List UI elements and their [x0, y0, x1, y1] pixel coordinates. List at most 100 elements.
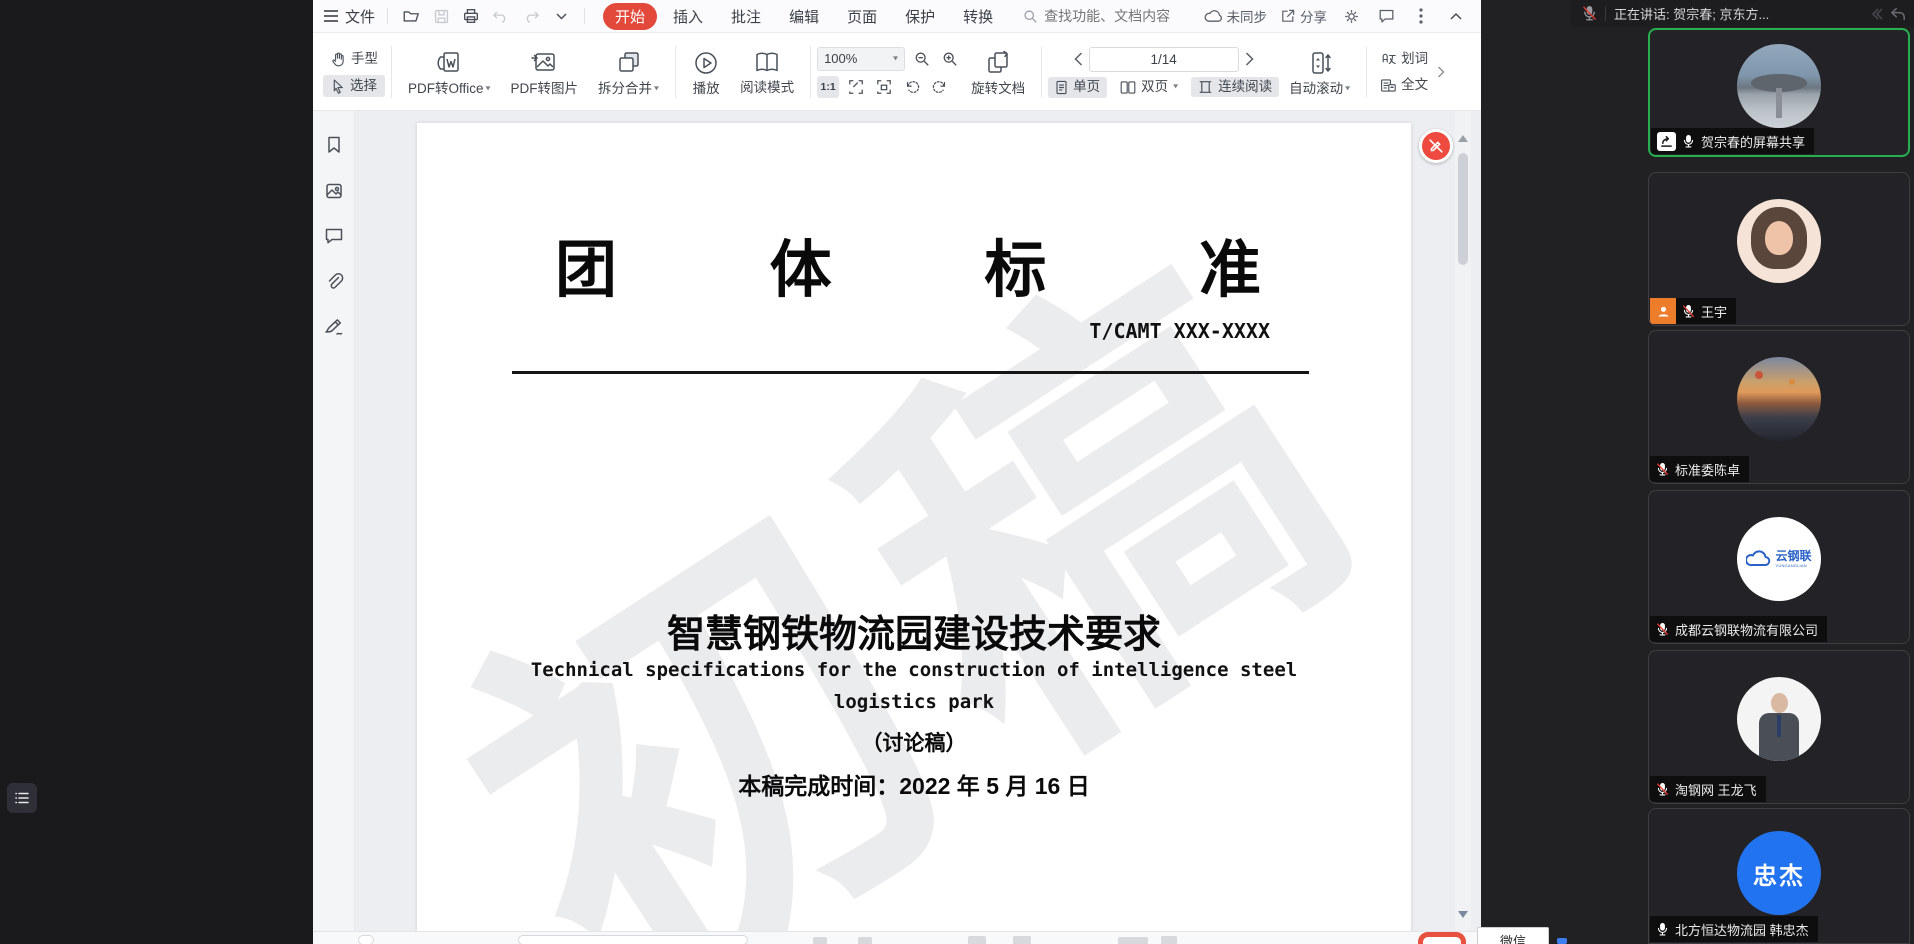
thumbnail-toggle-icon[interactable] [358, 935, 374, 944]
cloud-sync-button[interactable]: 未同步 [1204, 6, 1268, 26]
zoom-out-button[interactable] [911, 48, 933, 70]
participant-tile[interactable]: 淘钢网 王龙飞 [1648, 650, 1910, 804]
tab-edit[interactable]: 编辑 [777, 3, 831, 30]
search-box[interactable] [1023, 8, 1194, 24]
tab-protect[interactable]: 保护 [893, 3, 947, 30]
page-indicator-input[interactable] [1089, 47, 1239, 72]
scrollbar-down-arrow[interactable] [1458, 911, 1468, 918]
tab-home[interactable]: 开始 [603, 3, 657, 30]
signature-icon[interactable] [323, 317, 345, 337]
tab-insert[interactable]: 插入 [661, 3, 715, 30]
tab-page[interactable]: 页面 [835, 3, 889, 30]
share-button[interactable]: 分享 [1280, 6, 1327, 26]
chevron-right-icon [1245, 52, 1254, 66]
zoom-level-select[interactable]: 100% ▾ [817, 47, 905, 71]
speaking-status-bar: 正在讲话: 贺宗春; 京东方... [1570, 0, 1914, 27]
rotate-left-button[interactable] [901, 76, 923, 98]
double-page-label: 双页 [1141, 80, 1168, 94]
participant-tile[interactable]: 忠杰 北方恒达物流园 韩忠杰 [1648, 808, 1910, 944]
wps-taskbar-logo[interactable] [1418, 932, 1466, 944]
participant-tile[interactable]: 云钢联 YUNGANGLIAN 成都云钢联物流有限公司 [1648, 490, 1910, 644]
cloud-icon [1204, 9, 1223, 23]
participant-label: 标准委陈卓 [1650, 456, 1749, 482]
full-translate-button[interactable]: 全文 [1373, 75, 1435, 96]
divider [1041, 46, 1042, 98]
next-page-button[interactable] [1245, 52, 1254, 66]
scrollbar-up-arrow[interactable] [1458, 135, 1468, 142]
reading-mode-label: 阅读模式 [740, 81, 794, 95]
attachments-icon[interactable] [324, 271, 344, 291]
fit-page-button[interactable] [845, 76, 867, 98]
document-viewport[interactable]: 初稿 团 体 标 准 T/CAMT XXX-XXXX 智慧钢铁物流园建设技术要求… [355, 111, 1481, 931]
quick-actions-dropdown[interactable] [550, 5, 572, 27]
edit-disabled-badge[interactable] [1419, 129, 1453, 163]
actual-size-button[interactable]: 1:1 [817, 76, 839, 98]
task-list-toggle-button[interactable] [7, 783, 37, 813]
auto-scroll-label: 自动滚动 [1289, 82, 1343, 96]
more-options-button[interactable] [1410, 5, 1432, 27]
tab-convert[interactable]: 转换 [951, 3, 1005, 30]
continuous-reading-button[interactable]: 连续阅读 [1191, 77, 1279, 97]
previous-page-button[interactable] [1074, 52, 1083, 66]
open-file-button[interactable] [400, 5, 422, 27]
status-icon[interactable] [968, 936, 986, 944]
collapse-ribbon-button[interactable] [1445, 5, 1467, 27]
pdf-to-image-button[interactable]: PDF转图片 [501, 38, 589, 106]
wechat-taskbar-preview[interactable]: 微信 [1477, 927, 1549, 944]
fit-width-button[interactable] [873, 76, 895, 98]
document-title-en-line1: Technical specifications for the constru… [417, 659, 1411, 681]
comments-icon[interactable] [324, 227, 344, 245]
standard-code: T/CAMT XXX-XXXX [1089, 319, 1270, 343]
reply-arrow-icon[interactable] [1890, 7, 1906, 21]
rotate-document-label: 旋转文档 [971, 82, 1025, 96]
status-icon[interactable] [1118, 937, 1148, 944]
status-icon[interactable] [1013, 936, 1031, 944]
undo-button[interactable] [490, 5, 512, 27]
search-icon [1023, 9, 1038, 24]
redo-button[interactable] [520, 5, 542, 27]
mic-muted-icon[interactable] [1582, 5, 1597, 22]
rotate-document-button[interactable]: 旋转文档 [961, 38, 1035, 106]
status-icon[interactable] [813, 937, 827, 944]
hand-tool-button[interactable]: 手型 [323, 48, 385, 70]
tab-comment[interactable]: 批注 [719, 3, 773, 30]
split-merge-button[interactable]: 拆分合并▾ [588, 38, 669, 106]
save-button[interactable] [430, 5, 452, 27]
fit-width-icon [876, 79, 892, 95]
participant-tile[interactable]: 标准委陈卓 [1648, 330, 1910, 484]
pdf-to-office-button[interactable]: PDF转Office▾ [398, 38, 501, 106]
auto-scroll-button[interactable]: 自动滚动▾ [1279, 38, 1360, 106]
images-icon[interactable] [324, 181, 344, 201]
settings-button[interactable] [1340, 5, 1362, 27]
bookmarks-icon[interactable] [324, 135, 344, 155]
completion-date: 本稿完成时间：2022 年 5 月 16 日 [417, 767, 1411, 801]
scrollbar-thumb[interactable] [1458, 153, 1468, 265]
single-page-button[interactable]: 单页 [1048, 77, 1107, 98]
participant-tile[interactable]: 贺宗春的屏幕共享 [1648, 28, 1910, 157]
heading-char: 标 [984, 219, 1046, 309]
participant-name: 淘钢网 王龙飞 [1675, 780, 1757, 799]
select-tool-button[interactable]: 选择 [323, 75, 385, 97]
double-page-button[interactable]: 双页 ▾ [1113, 77, 1185, 98]
participant-tile[interactable]: 王宇 [1648, 172, 1910, 326]
avatar-satellite-dish-photo [1737, 44, 1821, 128]
zoom-in-button[interactable] [939, 48, 961, 70]
status-input-box[interactable] [518, 935, 748, 944]
auto-scroll-icon [1307, 49, 1333, 77]
assistant-button[interactable] [1375, 5, 1397, 27]
word-translate-button[interactable]: 划词 [1373, 49, 1435, 70]
ribbon-expander[interactable] [1437, 38, 1445, 106]
pdf-to-image-icon [530, 49, 558, 77]
reading-mode-button[interactable]: 阅读模式 [730, 38, 804, 106]
file-menu[interactable]: 文件 [323, 6, 375, 27]
play-button[interactable]: 播放 [682, 38, 730, 106]
caret-down-icon: ▾ [1173, 83, 1178, 91]
collapse-left-icon[interactable] [1870, 7, 1884, 21]
status-icon[interactable] [1161, 936, 1177, 944]
print-button[interactable] [460, 5, 482, 27]
search-input[interactable] [1044, 8, 1194, 24]
mic-muted-icon [1682, 304, 1695, 319]
status-icon[interactable] [858, 937, 872, 944]
rotate-right-button[interactable] [929, 76, 951, 98]
pdf-to-image-label: PDF转图片 [511, 82, 579, 96]
